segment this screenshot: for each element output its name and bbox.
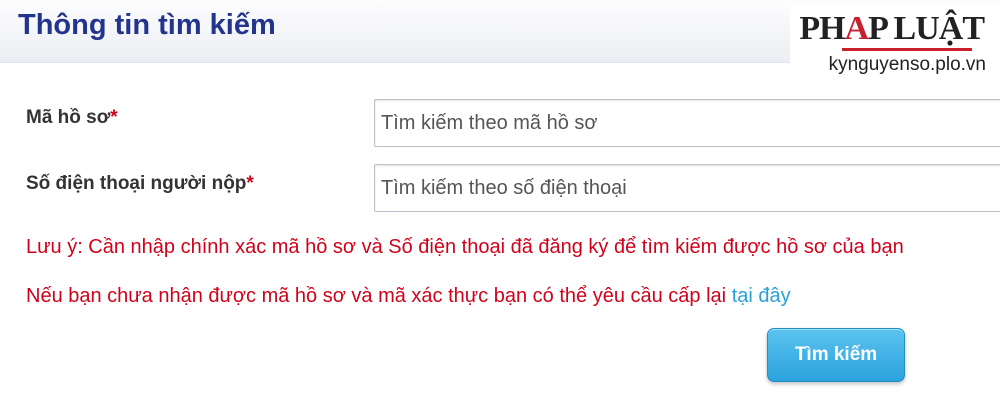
reissue-link[interactable]: tại đây <box>732 285 791 307</box>
brand-underline <box>842 48 972 51</box>
phone-label-text: Số điện thoại người nộp <box>26 173 247 194</box>
brand-logo-left: PH <box>799 10 845 47</box>
reissue-notice: Nếu bạn chưa nhận được mã hồ sơ và mã xá… <box>26 285 791 308</box>
record-code-label: Mã hồ sơ* <box>26 107 118 129</box>
brand-site: kynguyenso.plo.vn <box>828 54 986 75</box>
record-code-label-text: Mã hồ sơ <box>26 107 111 128</box>
brand-logo: PHAP LUẬT <box>799 10 985 48</box>
watermark: PHAP LUẬT kynguyenso.plo.vn <box>790 4 1000 84</box>
record-code-input[interactable] <box>374 99 1000 147</box>
brand-logo-right: P LUẬT <box>868 10 985 47</box>
required-mark: * <box>246 173 254 194</box>
search-page: Thông tin tìm kiếm PHAP LUẬT kynguyenso.… <box>0 0 1000 405</box>
notice-text: Lưu ý: Cần nhập chính xác mã hồ sơ và Số… <box>26 236 904 258</box>
search-button[interactable]: Tìm kiếm <box>767 328 905 382</box>
phone-input[interactable] <box>374 164 1000 212</box>
page-title: Thông tin tìm kiếm <box>18 9 276 41</box>
phone-label: Số điện thoại người nộp* <box>26 173 254 195</box>
required-mark: * <box>110 107 118 128</box>
brand-logo-mark: A <box>844 10 870 47</box>
reissue-notice-text: Nếu bạn chưa nhận được mã hồ sơ và mã xá… <box>26 285 732 307</box>
